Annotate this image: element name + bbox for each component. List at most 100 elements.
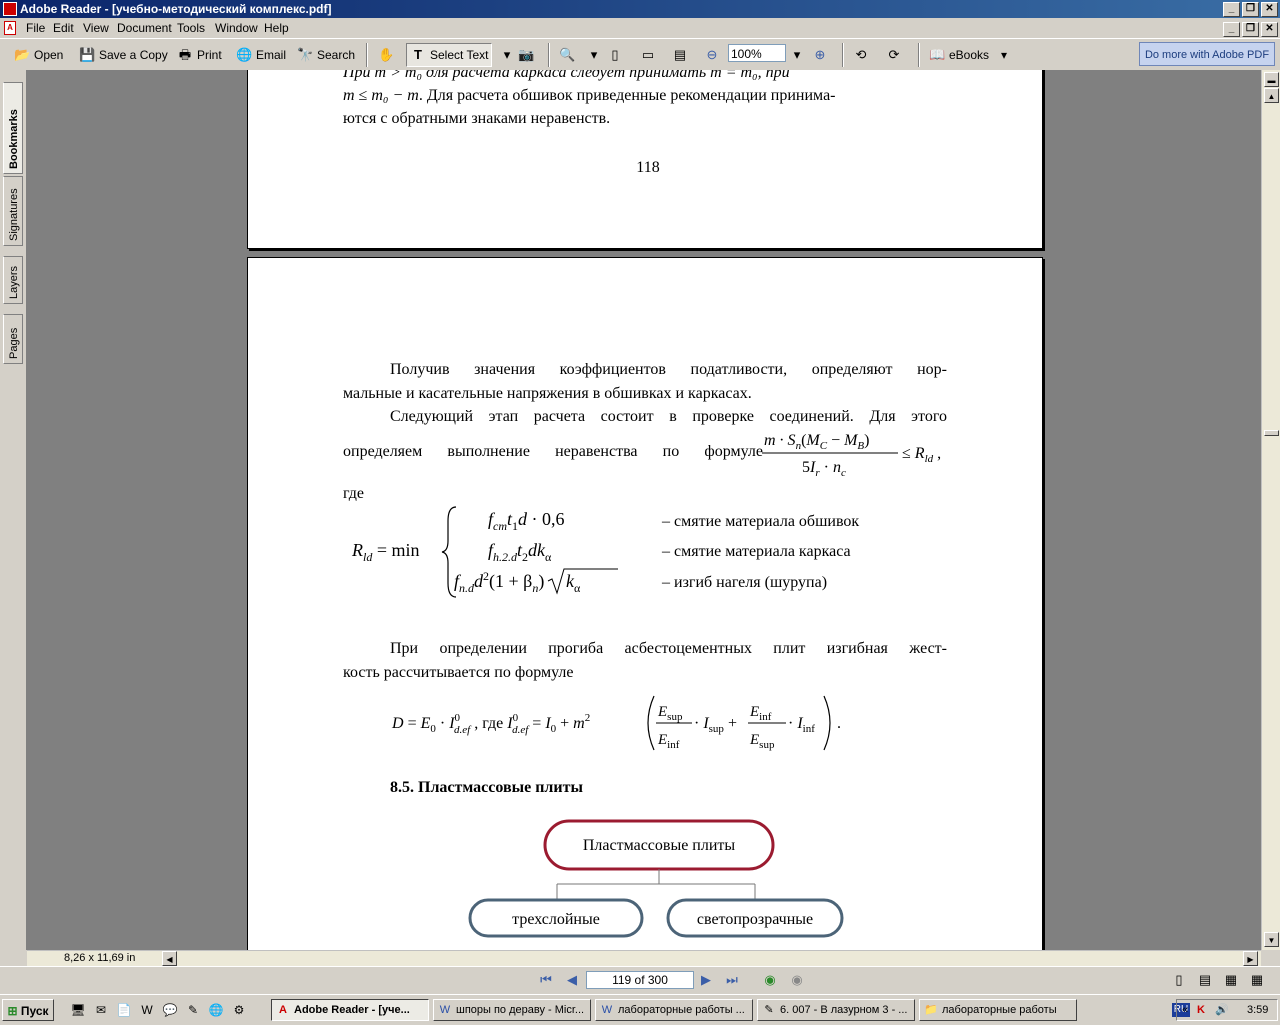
menu-window[interactable]: Window [215,21,258,35]
quicklaunch-app-icon[interactable]: 📄 [116,1002,132,1018]
tab-layers[interactable]: Layers [3,256,23,304]
scroll-thumb[interactable] [1264,430,1279,436]
last-page-icon[interactable]: ⏭ [724,972,740,988]
previous-page-icon[interactable]: ◀ [564,972,580,988]
media-icon: ✎ [764,1004,774,1016]
volume-icon[interactable]: 🔊 [1215,1000,1229,1020]
menu-view[interactable]: View [83,21,109,35]
document-icon[interactable]: A [4,21,16,35]
quicklaunch-tool-icon[interactable]: ✎ [185,1002,201,1018]
fit-page-button[interactable]: ▭ [640,45,656,65]
adobe-reader-icon[interactable] [3,2,17,16]
first-page-icon[interactable]: ⏮ [538,972,554,988]
rotate-ccw-button[interactable]: ⟲ [853,45,869,65]
next-page-icon[interactable]: ▶ [698,972,714,988]
quicklaunch-desktop-icon[interactable]: 🖥 [70,1002,86,1018]
go-forward-icon[interactable]: ◉ [789,972,805,988]
clock[interactable]: 3:59 [1247,1000,1268,1020]
ebooks-button[interactable]: 📖 eBooks ▾ [929,45,1007,65]
chevron-down-icon: ▾ [793,47,801,62]
go-back-icon[interactable]: ◉ [762,972,778,988]
tab-pages[interactable]: Pages [3,314,23,364]
minimize-button[interactable]: _ [1223,2,1240,17]
chevron-down-icon: ▾ [590,47,598,62]
status-bar: ⏮ ◀ 119 of 300 ▶ ⏭ ◉ ◉ ▯ ▤ ▦ ▦ [0,966,1280,994]
tab-bookmarks[interactable]: Bookmarks [3,82,23,174]
tab-signatures[interactable]: Signatures [3,176,23,246]
menu-help[interactable]: Help [264,21,289,35]
tray-expand-icon[interactable]: « [1182,1000,1188,1020]
word-icon: W [601,1004,613,1016]
open-button[interactable]: 📂 Open [14,45,63,65]
task-adobe-reader[interactable]: A Adobe Reader - [уче... [271,999,429,1021]
doc-close-button[interactable]: ✕ [1261,22,1278,37]
page-number-input[interactable]: 119 of 300 [586,971,694,989]
quicklaunch-outlook-icon[interactable]: ✉ [93,1002,109,1018]
zoom-out-button[interactable]: ⊖ [704,45,720,65]
diagram-child-label-2: светопрозрачные [697,911,813,928]
doc-minimize-button[interactable]: _ [1223,22,1240,37]
task-media[interactable]: ✎ 6. 007 - В лазурном 3 - ... [757,999,915,1021]
stiffness-formula: D = E0 · I0 d.ef , где I0 d.ef = I0 + m2 E… [391,695,841,751]
quicklaunch-word-icon[interactable]: W [139,1002,155,1018]
snapshot-button[interactable]: 📷 [518,45,534,65]
kaspersky-icon[interactable]: K [1197,1000,1205,1020]
single-page-icon[interactable]: ▯ [1171,972,1187,988]
menu-file[interactable]: File [26,21,45,35]
continuous-facing-icon[interactable]: ▦ [1249,972,1265,988]
doc-restore-button[interactable]: ❐ [1242,22,1259,37]
vertical-scrollbar[interactable]: ▬ ▲ ▼ [1261,70,1280,950]
select-text-dropdown[interactable]: ▾ [499,45,515,65]
menu-document[interactable]: Document [117,21,172,35]
zoom-tool-dropdown[interactable]: ▾ [586,45,602,65]
chevron-down-icon: ▾ [1001,48,1008,62]
open-label: Open [34,48,64,62]
prev-text-line-2: m ≤ m₀ − m. Для расчета обшивок приведен… [343,84,947,107]
zoom-in-tool-button[interactable]: 🔍 [559,45,575,65]
scroll-right-arrow[interactable]: ▶ [1243,951,1258,966]
zoom-in-button[interactable]: ⊕ [812,45,828,65]
task-label: Adobe Reader - [уче... [294,1004,410,1016]
tab-pages-label: Pages [8,327,20,359]
horizontal-scrollbar[interactable]: ◀ ▶ [27,950,1261,967]
scroll-left-arrow[interactable]: ◀ [162,951,177,966]
quicklaunch-settings-icon[interactable]: ⚙ [231,1002,247,1018]
scroll-down-arrow[interactable]: ▼ [1264,932,1279,947]
menu-tools[interactable]: Tools [177,21,205,35]
select-text-button[interactable]: T Select Text [406,43,493,67]
task-folder[interactable]: 📁 лабораторные работы [919,999,1077,1021]
zoom-input[interactable]: 100% [728,44,786,62]
title-bar: Adobe Reader - [учебно-методический комп… [0,0,1280,18]
menu-edit[interactable]: Edit [53,21,74,35]
split-handle[interactable]: ▬ [1264,72,1279,87]
binoculars-icon: 🔭 [297,47,314,62]
task-word-document-2[interactable]: Wлабораторные работы ... [595,999,753,1021]
adobe-pdf-button[interactable]: Do more with Adobe PDF [1139,42,1275,66]
task-word-document[interactable]: Wшпоры по дераву - Micr... [433,999,591,1021]
rotate-cw-button[interactable]: ⟳ [886,45,902,65]
svg-text:Einf: Einf [657,732,680,751]
start-button[interactable]: ⊞ Пуск [2,999,54,1021]
close-button[interactable]: ✕ [1261,2,1278,17]
email-button[interactable]: 🌐 Email [236,45,286,65]
prev-text-line-3: ются с обратными знаками неравенств. [343,110,611,127]
hand-tool-button[interactable]: ✋ [378,45,394,65]
facing-pages-icon[interactable]: ▦ [1223,972,1239,988]
svg-text:· Isup +: · Isup + [694,715,737,735]
fit-width-button[interactable]: ▤ [672,45,688,65]
quicklaunch-messenger-icon[interactable]: 💬 [162,1002,178,1018]
save-copy-button[interactable]: 💾 Save a Copy [79,45,168,65]
actual-size-button[interactable]: ▯ [607,45,623,65]
zoom-dropdown[interactable]: ▾ [789,45,805,65]
quicklaunch-browser-icon[interactable]: 🌐 [208,1002,224,1018]
print-button[interactable]: 🖶 Print [177,45,222,65]
scroll-up-arrow[interactable]: ▲ [1264,88,1279,103]
continuous-page-icon[interactable]: ▤ [1197,972,1213,988]
svg-text:kα: kα [566,571,581,595]
rld-formula: Rld = min fcmt1d · 0,6 fh.2.dt2dkα fn.dd… [351,506,618,598]
search-button[interactable]: 🔭 Search [297,45,355,65]
restore-button[interactable]: ❐ [1242,2,1259,17]
svg-text:Esup: Esup [657,704,683,723]
document-viewport[interactable]: При m > m₀ для расчета каркаса следует п… [27,70,1261,950]
word-icon: W [439,1004,451,1016]
